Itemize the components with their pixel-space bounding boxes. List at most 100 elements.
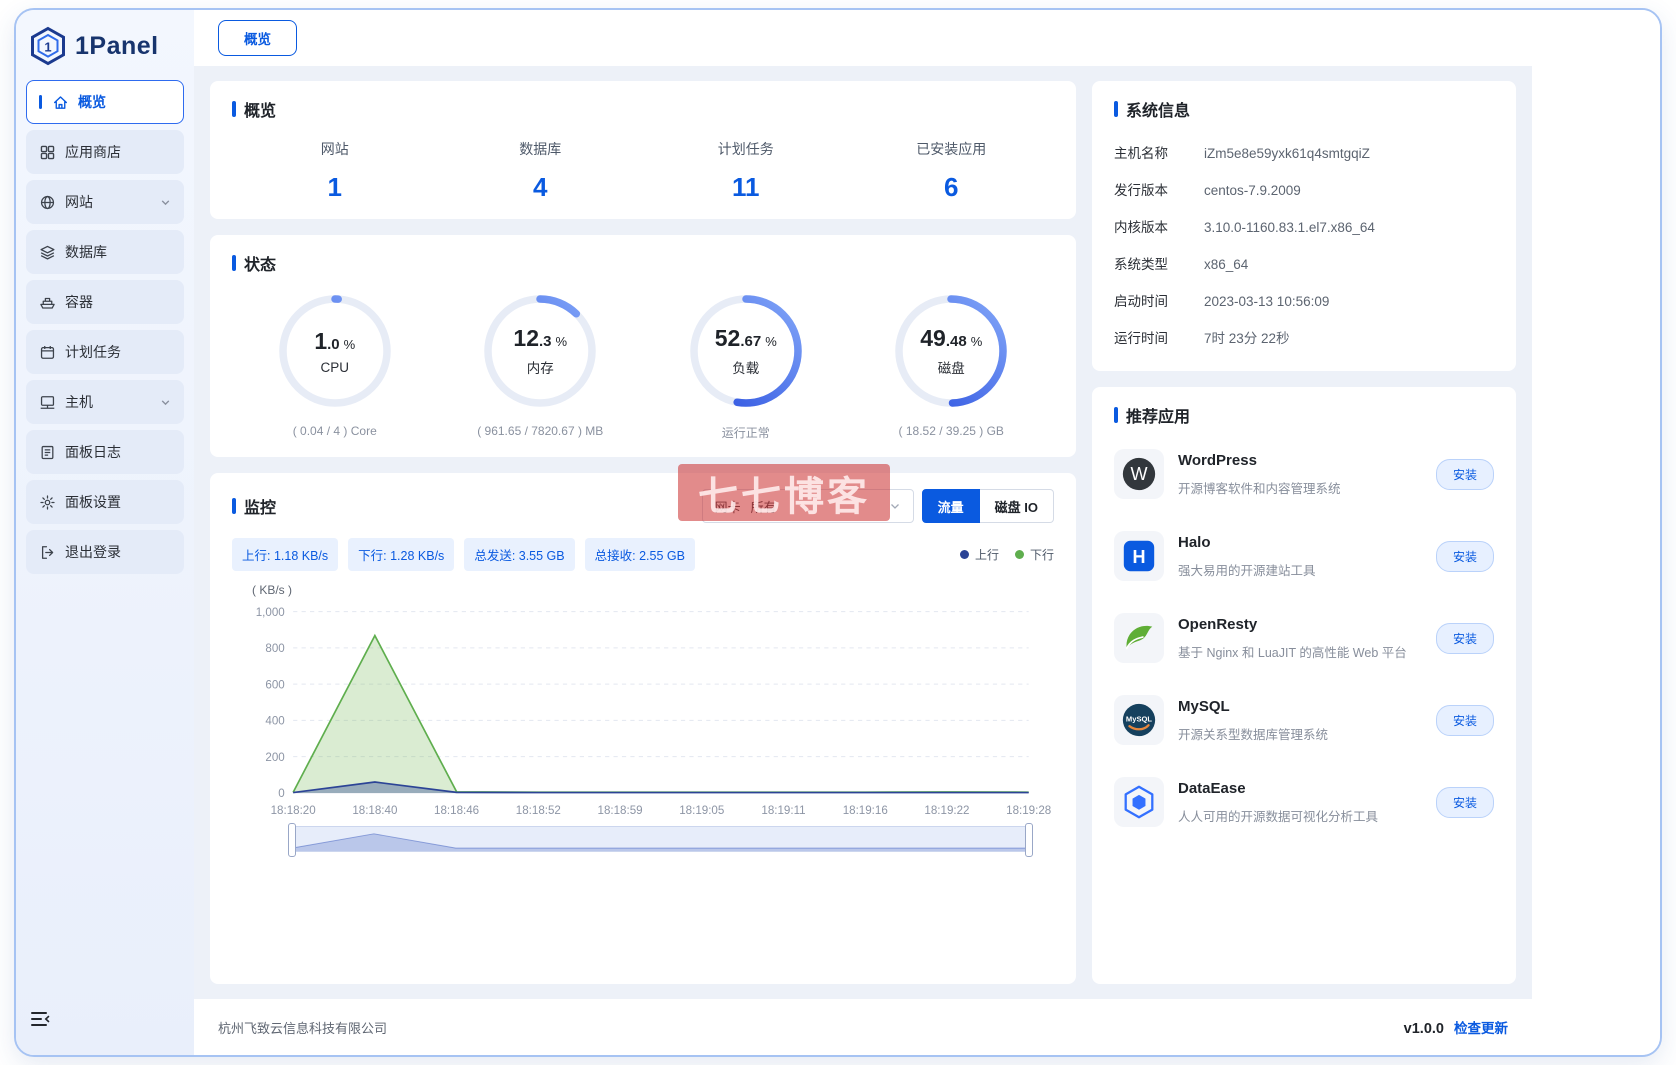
app-description: 基于 Nginx 和 LuaJIT 的高性能 Web 平台 [1178,645,1407,660]
footer-company: 杭州飞致云信息科技有限公司 [218,1020,388,1036]
calendar-icon [39,344,56,361]
svg-text:18:18:46: 18:18:46 [434,805,479,817]
system-info-card: 系统信息 主机名称 iZm5e8e59yxk61q4smtgqiZ 发行版本 c… [1092,81,1516,371]
app-window: 1 1Panel 概览 应用商店 网站 数据库 容器 计划任务 主机 面板日志 … [14,8,1662,1057]
brush-handle-right[interactable] [1025,823,1033,858]
chevron-down-icon [160,197,171,208]
halo-icon: H [1114,531,1164,581]
legend-down[interactable]: 下行 [1014,546,1054,563]
legend-up[interactable]: 上行 [959,546,999,563]
check-update-link[interactable]: 检查更新 [1454,1017,1508,1037]
mysql-icon: MySQL [1114,695,1164,745]
install-button[interactable]: 安装 [1435,540,1494,572]
sidebar-item-panel-settings[interactable]: 面板设置 [26,480,184,524]
legend-up-dot-icon [959,550,969,559]
tab-overview[interactable]: 概览 [218,20,297,56]
stat-value[interactable]: 6 [849,172,1055,203]
brush-handle-left[interactable] [288,823,296,858]
sidebar-item-label: 数据库 [65,244,107,260]
sidebar-item-label: 面板设置 [65,494,121,510]
svg-text:800: 800 [265,643,284,655]
overview-stats: 网站 1 数据库 4 计划任务 11 已安装应用 6 [232,139,1054,203]
sidebar-item-panel-log[interactable]: 面板日志 [26,430,184,474]
badge-down-rate: 下行: 1.28 KB/s [348,538,455,571]
footer: 杭州飞致云信息科技有限公司 v1.0.0 检查更新 [194,999,1532,1055]
svg-text:200: 200 [265,752,284,764]
gauge-subtext: 运行正常 [721,426,770,440]
gauge-label: 负载 [732,361,760,376]
svg-text:400: 400 [265,716,284,728]
gauge-subtext: ( 0.04 / 4 ) Core [292,424,377,438]
dataease-icon [1114,777,1164,827]
gauge-load: 52.67% 负载 运行正常 [643,291,849,441]
chart-brush[interactable] [288,823,1033,858]
gauge-value: 1.0% [314,327,356,354]
stat-value[interactable]: 4 [438,172,644,203]
sidebar-item-app-store[interactable]: 应用商店 [26,130,184,174]
svg-text:W: W [1130,464,1147,484]
system-info-title: 系统信息 [1126,103,1191,120]
svg-text:0: 0 [278,788,284,800]
gauge-label: CPU [320,359,349,375]
host-icon [39,394,56,411]
info-row-arch: 系统类型 x86_64 [1114,256,1249,272]
section-marker [1114,101,1118,117]
sidebar-collapse-button[interactable] [26,1004,60,1039]
install-button[interactable]: 安装 [1435,786,1494,818]
app-description: 人人可用的开源数据可视化分析工具 [1178,809,1379,824]
section-marker [232,101,236,117]
tab-traffic[interactable]: 流量 [921,489,980,523]
status-title: 状态 [244,257,277,274]
stat-label: 网站 [320,141,349,157]
app-name: DataEase [1178,779,1246,797]
sidebar-item-website[interactable]: 网站 [26,180,184,224]
sidebar-item-container[interactable]: 容器 [26,280,184,324]
main-area: 概览 概览 网站 1 数据库 4 计划任务 11 已安装应用 6 状态 1 .0… [194,10,1660,1055]
svg-text:18:19:11: 18:19:11 [761,805,805,817]
stat-value[interactable]: 11 [643,172,849,203]
svg-text:18:19:28: 18:19:28 [1006,805,1051,817]
sidebar-item-logout[interactable]: 退出登录 [26,530,184,574]
globe-icon [39,194,56,211]
sidebar-item-label: 网站 [65,194,93,210]
app-row-wordpress: W WordPress 开源博客软件和内容管理系统 安装 [1114,433,1494,515]
recommended-apps-card: 推荐应用 W WordPress 开源博客软件和内容管理系统 安装 H Halo… [1092,387,1516,984]
monitor-card: 监控 网卡 所有 流量 磁盘 IO 上行: 1.18 KB/s 下行: 1.28… [210,473,1076,984]
nic-select[interactable]: 网卡 所有 [701,489,914,523]
select-arrow-icon [889,500,901,512]
install-button[interactable]: 安装 [1435,622,1494,654]
svg-text:18:18:40: 18:18:40 [352,805,397,817]
legend-down-dot-icon [1014,550,1024,559]
monitor-mode-switch: 流量 磁盘 IO [921,489,1054,523]
sidebar-item-database[interactable]: 数据库 [26,230,184,274]
sidebar-item-label: 计划任务 [65,344,121,360]
svg-text:1,000: 1,000 [256,607,285,619]
traffic-chart: 0 200 400 600 800 1,000 18:18:20 18:18:40 18:18:… [256,607,1052,817]
app-row-openresty: OpenResty 基于 Nginx 和 LuaJIT 的高性能 Web 平台 … [1114,597,1494,679]
install-button[interactable]: 安装 [1435,458,1494,490]
sidebar-menu: 概览 应用商店 网站 数据库 容器 计划任务 主机 面板日志 面板设置 退出登录 [26,80,184,574]
install-button[interactable]: 安装 [1435,704,1494,736]
sidebar-item-label: 应用商店 [65,144,121,160]
app-name: Halo [1178,533,1211,551]
wordpress-icon: W [1114,449,1164,499]
overview-title: 概览 [244,103,277,120]
sidebar-item-host[interactable]: 主机 [26,380,184,424]
sidebar: 1 1Panel 概览 应用商店 网站 数据库 容器 计划任务 主机 面板日志 … [16,10,194,1055]
tab-disk-io[interactable]: 磁盘 IO [979,489,1054,523]
sidebar-item-overview[interactable]: 概览 [26,80,184,124]
svg-text:18:19:22: 18:19:22 [924,805,969,817]
app-name: OpenResty [1178,615,1258,633]
status-gauges: 1.0% CPU ( 0.04 / 4 ) Core 12 .3 % 内存 (… [232,291,1054,441]
logout-icon [39,544,56,561]
sidebar-item-cronjob[interactable]: 计划任务 [26,330,184,374]
chart-y-axis-unit: ( KB/s ) [252,583,293,597]
stat-value[interactable]: 1 [232,172,438,203]
badge-up-rate: 上行: 1.18 KB/s [232,538,339,571]
svg-text:MySQL: MySQL [1126,714,1153,723]
stat-cronjobs: 计划任务 11 [643,139,849,203]
stat-databases: 数据库 4 [438,139,644,203]
overview-card: 概览 网站 1 数据库 4 计划任务 11 已安装应用 6 [210,81,1076,219]
gauge-value: 52.67% [714,325,777,351]
topbar: 概览 [194,10,1532,66]
